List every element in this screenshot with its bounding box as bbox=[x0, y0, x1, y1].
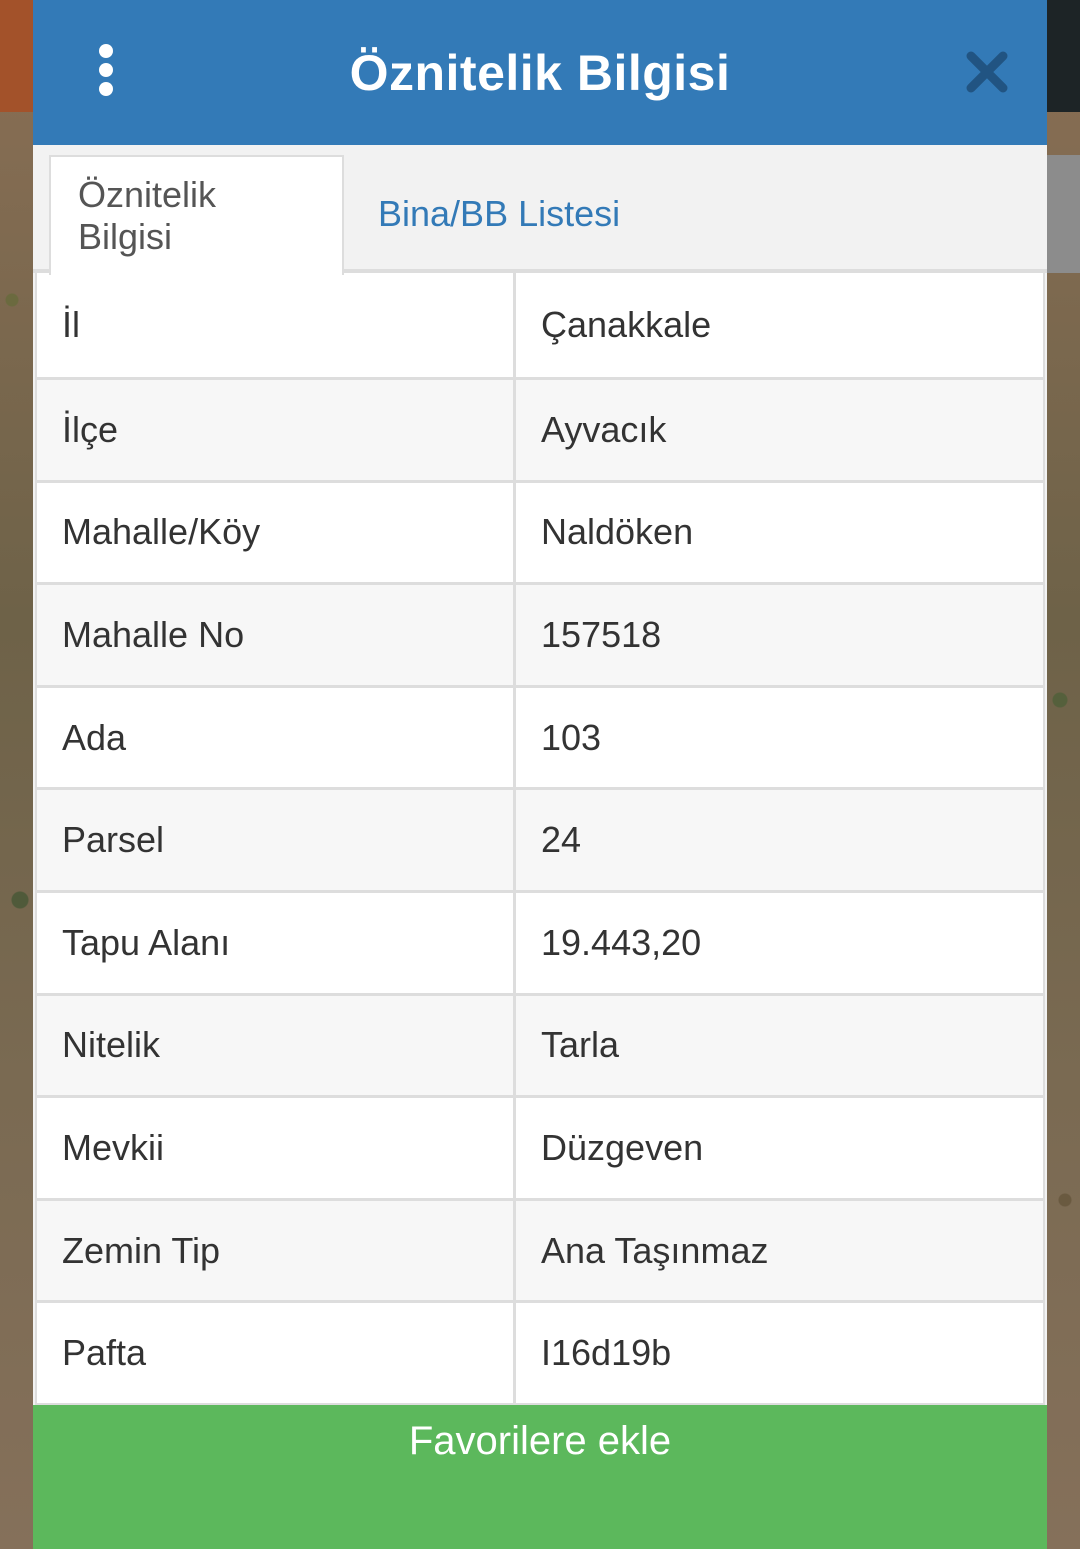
map-background-accent bbox=[0, 0, 33, 112]
table-row: Zemin Tip Ana Taşınmaz bbox=[37, 1197, 1043, 1301]
attribute-info-modal: Öznitelik Bilgisi Öznitelik Bilgisi Bina… bbox=[33, 0, 1047, 1549]
modal-header: Öznitelik Bilgisi bbox=[33, 0, 1047, 145]
table-row: Mevkii Düzgeven bbox=[37, 1095, 1043, 1198]
table-row: Tapu Alanı 19.443,20 bbox=[37, 889, 1043, 993]
row-label: İlçe bbox=[37, 380, 516, 480]
map-background-strip bbox=[1047, 155, 1080, 273]
row-label: İl bbox=[37, 273, 516, 377]
tab-building-list[interactable]: Bina/BB Listesi bbox=[351, 155, 647, 273]
row-label: Mevkii bbox=[37, 1098, 516, 1198]
row-label: Tapu Alanı bbox=[37, 892, 516, 993]
vertical-ellipsis-icon[interactable] bbox=[95, 44, 117, 96]
row-label: Mahalle/Köy bbox=[37, 482, 516, 583]
row-value: Düzgeven bbox=[541, 1126, 704, 1168]
row-label: Mahalle No bbox=[37, 585, 516, 685]
table-row: Ada 103 bbox=[37, 684, 1043, 788]
table-row: İlçe Ayvacık bbox=[37, 377, 1043, 480]
map-background-edge bbox=[1047, 0, 1080, 112]
table-row: Mahalle/Köy Naldöken bbox=[37, 479, 1043, 583]
table-row: İl Çanakkale bbox=[37, 273, 1043, 377]
row-value: 19.443,20 bbox=[541, 921, 702, 963]
attribute-table: İl Çanakkale İlçe Ayvacık Mahalle/Köy Naldöke… bbox=[35, 273, 1045, 1405]
tab-attribute-info[interactable]: Öznitelik Bilgisi bbox=[49, 155, 344, 275]
row-value: 157518 bbox=[541, 613, 662, 655]
modal-title: Öznitelik Bilgisi bbox=[349, 44, 731, 101]
row-value: 103 bbox=[541, 716, 602, 758]
table-row: Parsel 24 bbox=[37, 787, 1043, 890]
close-icon[interactable] bbox=[965, 50, 1009, 94]
add-to-favorites-button[interactable]: Favorilere ekle bbox=[33, 1404, 1047, 1549]
row-label: Zemin Tip bbox=[37, 1200, 516, 1301]
table-row: Nitelik Tarla bbox=[37, 992, 1043, 1096]
row-label: Parsel bbox=[37, 790, 516, 890]
row-value: Çanakkale bbox=[541, 304, 712, 345]
tab-bar: Öznitelik Bilgisi Bina/BB Listesi bbox=[33, 145, 1047, 275]
row-value: Ana Taşınmaz bbox=[541, 1229, 769, 1271]
row-label: Pafta bbox=[37, 1303, 516, 1403]
row-label: Ada bbox=[37, 687, 516, 788]
row-value: Naldöken bbox=[541, 511, 694, 553]
table-row: Mahalle No 157518 bbox=[37, 582, 1043, 685]
row-label: Nitelik bbox=[37, 995, 516, 1096]
row-value: I16d19b bbox=[541, 1332, 672, 1374]
table-row: Pafta I16d19b bbox=[37, 1300, 1043, 1403]
row-value: 24 bbox=[541, 819, 582, 861]
row-value: Ayvacık bbox=[541, 408, 667, 450]
row-value: Tarla bbox=[541, 1024, 620, 1066]
